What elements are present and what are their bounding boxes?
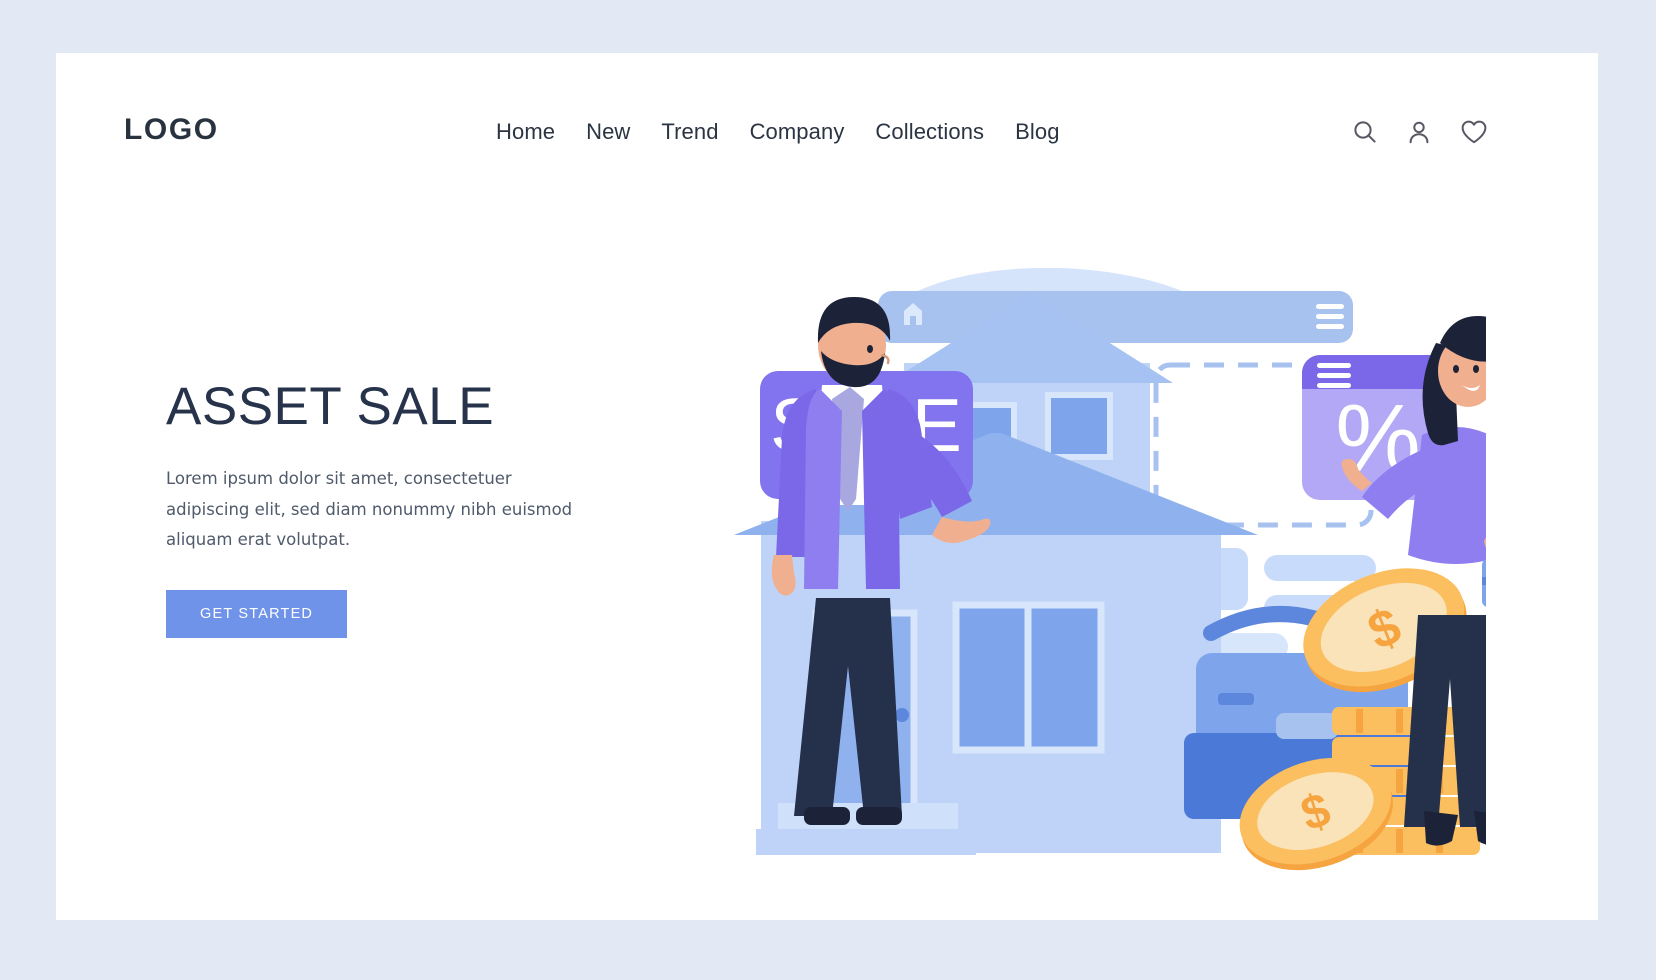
nav-item-trend[interactable]: Trend — [661, 119, 718, 145]
nav-item-new[interactable]: New — [586, 119, 630, 145]
nav-item-home[interactable]: Home — [496, 119, 555, 145]
heart-icon[interactable] — [1460, 119, 1488, 150]
user-icon[interactable] — [1406, 119, 1432, 150]
hero-text-block: ASSET SALE Lorem ipsum dolor sit amet, c… — [166, 377, 636, 638]
site-header: LOGO Home New Trend Company Collections … — [56, 53, 1598, 213]
nav-item-collections[interactable]: Collections — [875, 119, 984, 145]
nav-item-blog[interactable]: Blog — [1015, 119, 1059, 145]
main-navigation: Home New Trend Company Collections Blog — [496, 119, 1060, 145]
hamburger-menu-icon — [1316, 304, 1344, 329]
hero-illustration: SALE % — [656, 203, 1486, 903]
nav-item-company[interactable]: Company — [750, 119, 845, 145]
page-root: LOGO Home New Trend Company Collections … — [0, 0, 1656, 980]
landing-card: LOGO Home New Trend Company Collections … — [56, 53, 1598, 920]
hero-description: Lorem ipsum dolor sit amet, consectetuer… — [166, 469, 573, 550]
header-icon-group — [1352, 119, 1488, 150]
search-icon[interactable] — [1352, 119, 1378, 150]
logo[interactable]: LOGO — [124, 113, 219, 147]
get-started-button[interactable]: GET STARTED — [166, 589, 348, 638]
page-title: ASSET SALE — [166, 377, 495, 436]
